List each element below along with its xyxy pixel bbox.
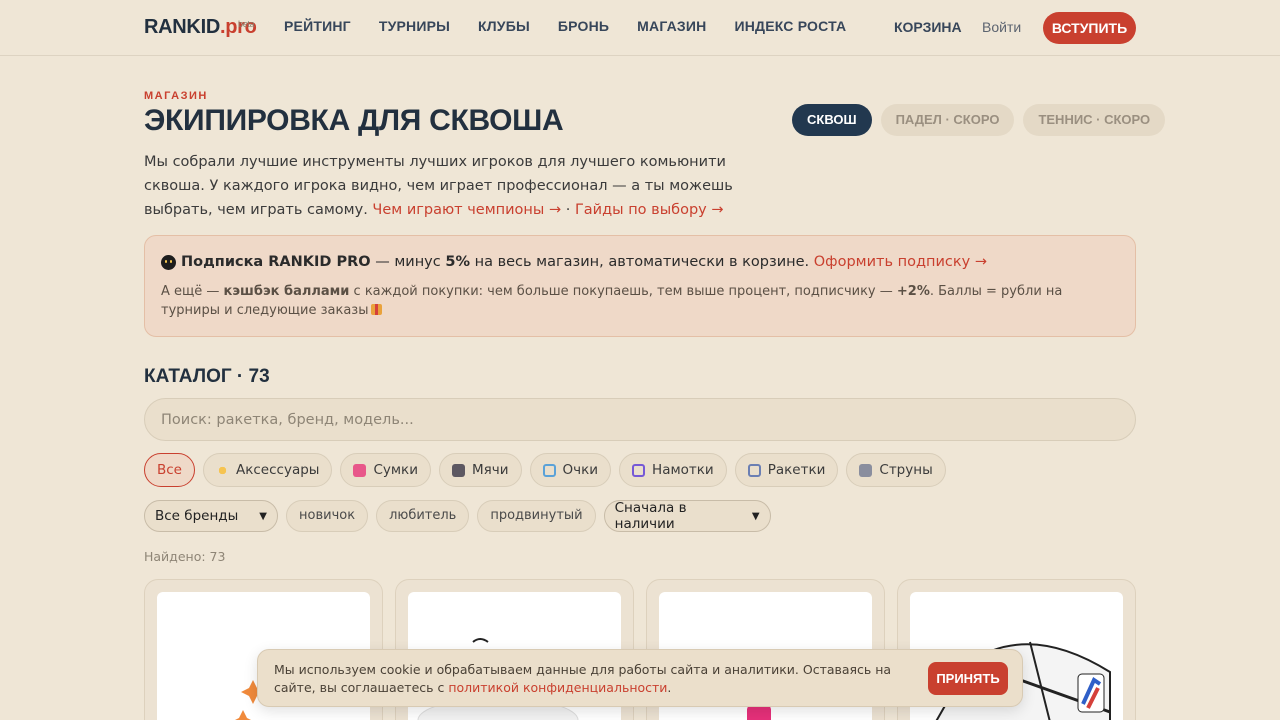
nav-tournaments[interactable]: ТУРНИРЫ — [379, 18, 450, 34]
grip-icon — [632, 463, 646, 477]
cookie-text: Мы используем cookie и обрабатываем данн… — [274, 661, 924, 697]
promo-cashback: А ещё — кэшбэк баллами с каждой покупки:… — [161, 282, 1091, 320]
tab-padel[interactable]: ПАДЕЛ · СКОРО — [880, 104, 1015, 136]
sort-select[interactable]: Сначала в наличии ▼ — [603, 500, 771, 532]
login-link[interactable]: Войти — [982, 19, 1021, 35]
spool-icon — [859, 463, 873, 477]
cookie-end: . — [667, 680, 672, 695]
lead-separator: · — [565, 202, 571, 218]
nav-rating[interactable]: РЕЙТИНГ — [284, 18, 351, 34]
chip-label: Аксессуары — [236, 462, 320, 478]
beta-badge: beta — [238, 19, 255, 29]
chip-accessories[interactable]: Аксессуары — [203, 453, 333, 487]
chip-balls[interactable]: Мячи — [438, 453, 522, 487]
chip-label: Все — [157, 462, 182, 478]
level-advanced[interactable]: продвинутый — [477, 500, 596, 532]
chip-all[interactable]: Все — [144, 453, 195, 487]
brand-select-value: Все бренды — [155, 508, 239, 524]
promo-percent: 5% — [445, 254, 470, 270]
tab-squash[interactable]: СКВОШ — [792, 104, 872, 136]
goggles-icon — [542, 463, 556, 477]
champions-link[interactable]: Чем играют чемпионы → — [372, 202, 561, 218]
level-beginner[interactable]: новичок — [286, 500, 369, 532]
nav-booking[interactable]: БРОНЬ — [558, 18, 609, 34]
sparkle-icon — [216, 463, 229, 477]
promo-mid: — минус — [370, 254, 446, 270]
guides-link[interactable]: Гайды по выбору → — [575, 202, 724, 218]
chevron-down-icon: ▼ — [259, 510, 267, 522]
section-eyebrow: МАГАЗИН — [144, 90, 208, 102]
results-count: Найдено: 73 — [144, 549, 226, 564]
chip-label: Намотки — [652, 462, 714, 478]
promo-headline: Подписка RANKID PRO — минус 5% на весь м… — [161, 254, 987, 270]
subscription-promo: Подписка RANKID PRO — минус 5% на весь м… — [144, 235, 1136, 337]
chevron-down-icon: ▼ — [751, 510, 760, 522]
gift-icon — [371, 304, 383, 315]
chip-label: Очки — [562, 462, 599, 478]
racket-icon — [747, 463, 761, 477]
brand-select[interactable]: Все бренды ▼ — [144, 500, 278, 532]
chip-glasses[interactable]: Очки — [529, 453, 612, 487]
privacy-policy-link[interactable]: политикой конфиденциальности — [448, 680, 667, 695]
cookie-banner: Мы используем cookie и обрабатываем данн… — [257, 649, 1023, 707]
nav-growth-index[interactable]: ИНДЕКС РОСТА — [734, 18, 846, 34]
bag-icon — [353, 463, 367, 477]
site-header: RANKID.pro beta РЕЙТИНГ ТУРНИРЫ КЛУБЫ БР… — [0, 0, 1280, 56]
cashback-mid: с каждой покупки: чем больше покупаешь, … — [349, 284, 897, 299]
main-nav: РЕЙТИНГ ТУРНИРЫ КЛУБЫ БРОНЬ МАГАЗИН ИНДЕ… — [284, 18, 874, 34]
sort-select-value: Сначала в наличии — [614, 500, 687, 532]
category-chips: Все Аксессуары Сумки Мячи Очки Намотки Р… — [144, 453, 954, 487]
filter-row: Все бренды ▼ новичок любитель продвинуты… — [144, 500, 779, 532]
chip-label: Мячи — [471, 462, 509, 478]
logo-main: RANKID — [144, 16, 220, 38]
logo[interactable]: RANKID.pro beta — [144, 16, 257, 39]
chip-label: Ракетки — [767, 462, 826, 478]
chip-label: Струны — [879, 462, 933, 478]
promo-title: Подписка RANKID PRO — [181, 254, 371, 270]
sunglasses-face-icon — [161, 254, 176, 270]
search-input[interactable] — [144, 398, 1136, 441]
nav-shop[interactable]: МАГАЗИН — [637, 18, 706, 34]
page-lead: Мы собрали лучшие инструменты лучших игр… — [144, 150, 784, 222]
chip-strings[interactable]: Струны — [846, 453, 946, 487]
join-button[interactable]: ВСТУПИТЬ — [1043, 12, 1136, 44]
cart-link[interactable]: КОРЗИНА — [894, 19, 962, 35]
chip-grips[interactable]: Намотки — [619, 453, 727, 487]
cashback-pre: А ещё — — [161, 284, 224, 299]
cashback-percent: +2% — [896, 284, 930, 299]
promo-rest: на весь магазин, автоматически в корзине… — [469, 254, 810, 270]
chip-rackets[interactable]: Ракетки — [734, 453, 839, 487]
subscribe-link[interactable]: Оформить подписку → — [814, 254, 987, 270]
catalog-title: КАТАЛОГ · 73 — [144, 366, 270, 387]
nav-clubs[interactable]: КЛУБЫ — [478, 18, 530, 34]
cashback-bold: кэшбэк баллами — [223, 284, 350, 299]
chip-bags[interactable]: Сумки — [340, 453, 431, 487]
ball-icon — [451, 463, 465, 477]
sport-tabs: СКВОШ ПАДЕЛ · СКОРО ТЕННИС · СКОРО — [792, 104, 1174, 136]
page-title: ЭКИПИРОВКА ДЛЯ СКВОША — [144, 104, 564, 137]
accept-cookies-button[interactable]: ПРИНЯТЬ — [928, 662, 1008, 695]
tab-tennis[interactable]: ТЕННИС · СКОРО — [1023, 104, 1166, 136]
level-amateur[interactable]: любитель — [376, 500, 470, 532]
chip-label: Сумки — [373, 462, 418, 478]
